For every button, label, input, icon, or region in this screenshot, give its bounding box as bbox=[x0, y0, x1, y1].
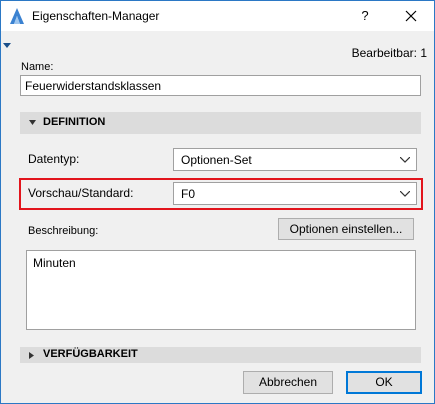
panel-collapse-icon[interactable] bbox=[3, 38, 11, 48]
title-bar[interactable]: Eigenschaften-Manager ? bbox=[1, 1, 434, 31]
name-input[interactable] bbox=[20, 75, 421, 96]
description-label: Beschreibung: bbox=[28, 225, 99, 237]
datatype-value: Optionen-Set bbox=[181, 153, 252, 167]
availability-section-title: VERFÜGBARKEIT bbox=[43, 348, 138, 360]
ok-button[interactable]: OK bbox=[346, 371, 422, 394]
close-button[interactable] bbox=[396, 5, 426, 27]
datatype-label: Datentyp: bbox=[28, 152, 80, 166]
chevron-down-icon bbox=[29, 120, 36, 125]
help-button[interactable]: ? bbox=[355, 6, 375, 26]
name-label: Name: bbox=[21, 61, 54, 73]
datatype-select[interactable]: Optionen-Set bbox=[173, 148, 417, 171]
editable-count-label: Bearbeitbar: 1 bbox=[351, 46, 427, 60]
definition-section-header[interactable]: DEFINITION bbox=[20, 112, 421, 134]
cancel-button[interactable]: Abbrechen bbox=[243, 371, 333, 394]
set-options-button[interactable]: Optionen einstellen... bbox=[278, 218, 414, 240]
chevron-down-icon bbox=[400, 157, 410, 163]
chevron-right-icon bbox=[29, 352, 34, 359]
properties-manager-dialog: Eigenschaften-Manager ? Bearbeitbar: 1 N… bbox=[0, 0, 435, 404]
description-textarea[interactable]: Minuten bbox=[26, 250, 416, 330]
highlight-annotation bbox=[19, 178, 423, 210]
close-icon bbox=[405, 10, 417, 22]
window-title: Eigenschaften-Manager bbox=[32, 9, 160, 23]
archicad-logo-icon bbox=[10, 8, 24, 24]
availability-section-header[interactable]: VERFÜGBARKEIT bbox=[20, 347, 421, 363]
definition-section-title: DEFINITION bbox=[43, 116, 106, 128]
